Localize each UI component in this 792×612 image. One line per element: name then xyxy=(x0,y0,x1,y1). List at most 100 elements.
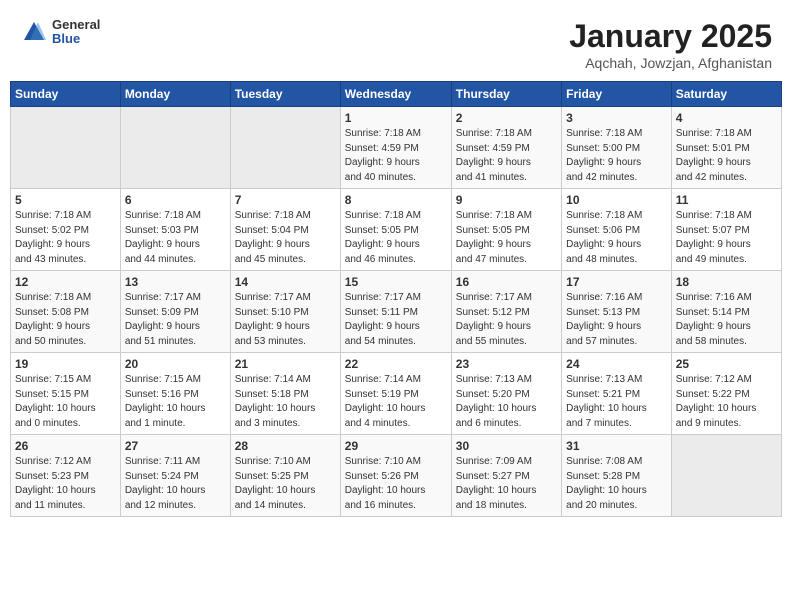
day-number: 1 xyxy=(345,111,447,125)
calendar-cell: 2Sunrise: 7:18 AM Sunset: 4:59 PM Daylig… xyxy=(451,107,561,189)
day-info: Sunrise: 7:18 AM Sunset: 5:03 PM Dayligh… xyxy=(125,209,226,267)
day-info: Sunrise: 7:11 AM Sunset: 5:24 PM Dayligh… xyxy=(125,455,226,513)
logo: General Blue xyxy=(20,18,100,47)
calendar-cell: 8Sunrise: 7:18 AM Sunset: 5:05 PM Daylig… xyxy=(340,189,451,271)
calendar-cell: 26Sunrise: 7:12 AM Sunset: 5:23 PM Dayli… xyxy=(11,435,121,517)
day-info: Sunrise: 7:17 AM Sunset: 5:09 PM Dayligh… xyxy=(125,291,226,349)
day-info: Sunrise: 7:18 AM Sunset: 5:06 PM Dayligh… xyxy=(566,209,667,267)
day-info: Sunrise: 7:08 AM Sunset: 5:28 PM Dayligh… xyxy=(566,455,667,513)
day-info: Sunrise: 7:18 AM Sunset: 5:05 PM Dayligh… xyxy=(345,209,447,267)
calendar-cell: 7Sunrise: 7:18 AM Sunset: 5:04 PM Daylig… xyxy=(230,189,340,271)
day-number: 5 xyxy=(15,193,116,207)
day-number: 14 xyxy=(235,275,336,289)
day-number: 9 xyxy=(456,193,557,207)
calendar-location: Aqchah, Jowzjan, Afghanistan xyxy=(569,55,772,71)
day-info: Sunrise: 7:10 AM Sunset: 5:26 PM Dayligh… xyxy=(345,455,447,513)
day-info: Sunrise: 7:09 AM Sunset: 5:27 PM Dayligh… xyxy=(456,455,557,513)
calendar-week-5: 26Sunrise: 7:12 AM Sunset: 5:23 PM Dayli… xyxy=(11,435,782,517)
day-info: Sunrise: 7:16 AM Sunset: 5:13 PM Dayligh… xyxy=(566,291,667,349)
weekday-header-row: SundayMondayTuesdayWednesdayThursdayFrid… xyxy=(11,82,782,107)
weekday-header-wednesday: Wednesday xyxy=(340,82,451,107)
day-info: Sunrise: 7:18 AM Sunset: 5:04 PM Dayligh… xyxy=(235,209,336,267)
calendar-cell: 29 Sunrise: 7:10 AM Sunset: 5:26 PM Dayli… xyxy=(340,435,451,517)
calendar-table: SundayMondayTuesdayWednesdayThursdayFrid… xyxy=(10,81,782,517)
calendar-cell: 18 Sunrise: 7:16 AM Sunset: 5:14 PM Dayli… xyxy=(671,271,781,353)
logo-blue: Blue xyxy=(52,32,100,46)
day-number: 22 xyxy=(345,357,447,371)
day-number: 11 xyxy=(676,193,777,207)
day-info: Sunrise: 7:13 AM Sunset: 5:21 PM Dayligh… xyxy=(566,373,667,431)
calendar-cell xyxy=(11,107,121,189)
calendar-cell: 5 Sunrise: 7:18 AM Sunset: 5:02 PM Daylig… xyxy=(11,189,121,271)
calendar-cell: 16 Sunrise: 7:17 AM Sunset: 5:12 PM Dayli… xyxy=(451,271,561,353)
day-info: Sunrise: 7:16 AM Sunset: 5:14 PM Dayligh… xyxy=(676,291,777,349)
day-number: 24 xyxy=(566,357,667,371)
calendar-cell: 9 Sunrise: 7:18 AM Sunset: 5:05 PM Daylig… xyxy=(451,189,561,271)
day-info: Sunrise: 7:18 AM Sunset: 5:01 PM Dayligh… xyxy=(676,127,777,185)
calendar-title: January 2025 xyxy=(569,18,772,55)
weekday-header-sunday: Sunday xyxy=(11,82,121,107)
day-number: 17 xyxy=(566,275,667,289)
calendar-cell xyxy=(671,435,781,517)
calendar-cell xyxy=(230,107,340,189)
calendar-cell: 24 Sunrise: 7:13 AM Sunset: 5:21 PM Dayli… xyxy=(562,353,672,435)
calendar-cell: 4Sunrise: 7:18 AM Sunset: 5:01 PM Daylig… xyxy=(671,107,781,189)
weekday-header-tuesday: Tuesday xyxy=(230,82,340,107)
day-number: 3 xyxy=(566,111,667,125)
day-info: Sunrise: 7:15 AM Sunset: 5:15 PM Dayligh… xyxy=(15,373,116,431)
logo-text: General Blue xyxy=(52,18,100,47)
day-info: Sunrise: 7:18 AM Sunset: 5:05 PM Dayligh… xyxy=(456,209,557,267)
day-number: 30 xyxy=(456,439,557,453)
calendar-cell: 1 Sunrise: 7:18 AM Sunset: 4:59 PM Daylig… xyxy=(340,107,451,189)
weekday-header-monday: Monday xyxy=(120,82,230,107)
calendar-week-1: 1 Sunrise: 7:18 AM Sunset: 4:59 PM Daylig… xyxy=(11,107,782,189)
day-number: 29 xyxy=(345,439,447,453)
title-block: January 2025 Aqchah, Jowzjan, Afghanista… xyxy=(569,18,772,71)
calendar-cell xyxy=(120,107,230,189)
calendar-cell: 10Sunrise: 7:18 AM Sunset: 5:06 PM Dayli… xyxy=(562,189,672,271)
calendar-cell: 17 Sunrise: 7:16 AM Sunset: 5:13 PM Dayli… xyxy=(562,271,672,353)
day-number: 18 xyxy=(676,275,777,289)
logo-icon xyxy=(20,18,48,46)
day-info: Sunrise: 7:18 AM Sunset: 5:02 PM Dayligh… xyxy=(15,209,116,267)
day-info: Sunrise: 7:18 AM Sunset: 5:08 PM Dayligh… xyxy=(15,291,116,349)
calendar-cell: 30 Sunrise: 7:09 AM Sunset: 5:27 PM Dayli… xyxy=(451,435,561,517)
day-info: Sunrise: 7:17 AM Sunset: 5:12 PM Dayligh… xyxy=(456,291,557,349)
day-number: 23 xyxy=(456,357,557,371)
day-number: 20 xyxy=(125,357,226,371)
calendar-cell: 6 Sunrise: 7:18 AM Sunset: 5:03 PM Daylig… xyxy=(120,189,230,271)
day-info: Sunrise: 7:17 AM Sunset: 5:11 PM Dayligh… xyxy=(345,291,447,349)
day-number: 27 xyxy=(125,439,226,453)
day-number: 16 xyxy=(456,275,557,289)
day-info: Sunrise: 7:18 AM Sunset: 4:59 PM Dayligh… xyxy=(345,127,447,185)
calendar-cell: 22Sunrise: 7:14 AM Sunset: 5:19 PM Dayli… xyxy=(340,353,451,435)
day-info: Sunrise: 7:14 AM Sunset: 5:18 PM Dayligh… xyxy=(235,373,336,431)
day-info: Sunrise: 7:18 AM Sunset: 4:59 PM Dayligh… xyxy=(456,127,557,185)
calendar-cell: 23 Sunrise: 7:13 AM Sunset: 5:20 PM Dayli… xyxy=(451,353,561,435)
weekday-header-saturday: Saturday xyxy=(671,82,781,107)
day-number: 31 xyxy=(566,439,667,453)
calendar-cell: 12Sunrise: 7:18 AM Sunset: 5:08 PM Dayli… xyxy=(11,271,121,353)
calendar-cell: 15 Sunrise: 7:17 AM Sunset: 5:11 PM Dayli… xyxy=(340,271,451,353)
calendar-week-3: 12Sunrise: 7:18 AM Sunset: 5:08 PM Dayli… xyxy=(11,271,782,353)
day-info: Sunrise: 7:18 AM Sunset: 5:00 PM Dayligh… xyxy=(566,127,667,185)
day-number: 6 xyxy=(125,193,226,207)
day-info: Sunrise: 7:18 AM Sunset: 5:07 PM Dayligh… xyxy=(676,209,777,267)
calendar-cell: 27 Sunrise: 7:11 AM Sunset: 5:24 PM Dayli… xyxy=(120,435,230,517)
page-header: General Blue January 2025 Aqchah, Jowzja… xyxy=(10,10,782,75)
day-number: 15 xyxy=(345,275,447,289)
weekday-header-friday: Friday xyxy=(562,82,672,107)
weekday-header-thursday: Thursday xyxy=(451,82,561,107)
day-number: 26 xyxy=(15,439,116,453)
day-info: Sunrise: 7:13 AM Sunset: 5:20 PM Dayligh… xyxy=(456,373,557,431)
calendar-cell: 20Sunrise: 7:15 AM Sunset: 5:16 PM Dayli… xyxy=(120,353,230,435)
day-info: Sunrise: 7:12 AM Sunset: 5:22 PM Dayligh… xyxy=(676,373,777,431)
logo-general: General xyxy=(52,18,100,32)
day-info: Sunrise: 7:10 AM Sunset: 5:25 PM Dayligh… xyxy=(235,455,336,513)
calendar-cell: 19Sunrise: 7:15 AM Sunset: 5:15 PM Dayli… xyxy=(11,353,121,435)
calendar-week-4: 19Sunrise: 7:15 AM Sunset: 5:15 PM Dayli… xyxy=(11,353,782,435)
calendar-cell: 3 Sunrise: 7:18 AM Sunset: 5:00 PM Daylig… xyxy=(562,107,672,189)
calendar-cell: 21Sunrise: 7:14 AM Sunset: 5:18 PM Dayli… xyxy=(230,353,340,435)
day-info: Sunrise: 7:17 AM Sunset: 5:10 PM Dayligh… xyxy=(235,291,336,349)
day-number: 13 xyxy=(125,275,226,289)
